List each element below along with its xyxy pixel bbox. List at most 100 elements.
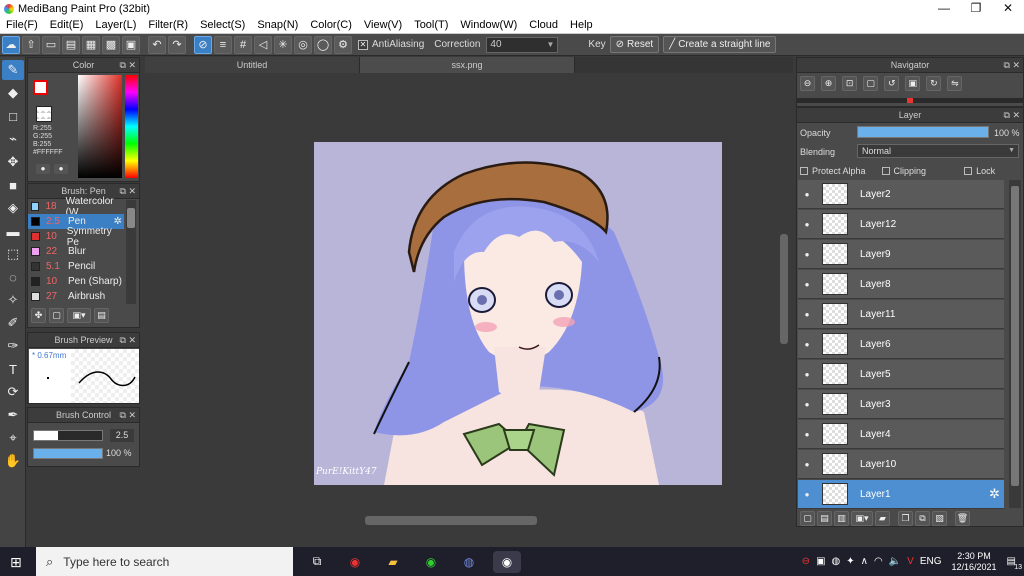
menu-select[interactable]: Select(S) [194, 19, 251, 31]
layer-row[interactable]: ● Layer11 [798, 300, 1004, 329]
clipping-checkbox[interactable] [881, 167, 890, 175]
cloud-icon[interactable]: ☁ [2, 35, 20, 54]
merge-layer-icon[interactable]: ⧉ [915, 511, 930, 526]
layer-row[interactable]: ● Layer5 [798, 360, 1004, 389]
menu-edit[interactable]: Edit(E) [44, 19, 90, 31]
layer-visibility-icon[interactable]: ● [798, 280, 816, 289]
duplicate-layer-icon[interactable]: ❐ [898, 511, 913, 526]
brush-item[interactable]: 10 Symmetry Pe [28, 226, 124, 248]
layer-scrollbar[interactable] [1009, 180, 1021, 508]
layer-row[interactable]: ● Layer4 [798, 420, 1004, 449]
comment-icon[interactable]: ▤ [62, 35, 80, 54]
canvas-horizontal-scrollbar[interactable] [145, 514, 790, 527]
panel-icon[interactable]: ▣ [122, 35, 140, 54]
brush-item[interactable]: 27 Airbrush [28, 289, 124, 304]
correction-select[interactable]: 40 ▼ [486, 36, 559, 53]
curve-snap-icon[interactable]: ◯ [314, 35, 332, 54]
undo-icon[interactable]: ↶ [148, 35, 166, 54]
medibang-taskbar-icon[interactable]: ◉ [493, 550, 521, 573]
tab-untitled[interactable]: Untitled [145, 57, 360, 73]
layer-visibility-icon[interactable]: ● [798, 250, 816, 259]
parallel-snap-icon[interactable]: ≡ [214, 35, 232, 54]
fit-screen-icon[interactable]: ⊡ [842, 76, 858, 91]
brush-size-value[interactable]: 2.5 [110, 429, 134, 442]
add-layer-menu-icon[interactable]: ▣▾ [851, 511, 873, 526]
perspective-snap-icon[interactable]: ◁ [254, 35, 272, 54]
zoom-in-icon[interactable]: ⊕ [821, 76, 837, 91]
menu-snap[interactable]: Snap(N) [251, 19, 304, 31]
tray-red-icon[interactable]: ⊖ [802, 556, 810, 567]
layer-property-icon[interactable]: ▧ [932, 511, 947, 526]
grid-snap-icon[interactable]: # [234, 35, 252, 54]
layer-visibility-icon[interactable]: ● [798, 310, 816, 319]
menu-file[interactable]: File(F) [0, 19, 44, 31]
tray-volume-icon[interactable]: 🔈 [889, 556, 901, 567]
brush-opacity-slider[interactable] [33, 448, 103, 459]
radial-snap-icon[interactable]: ✳ [274, 35, 292, 54]
new-folder-icon[interactable]: ▰ [875, 511, 890, 526]
layer-visibility-icon[interactable]: ● [798, 400, 816, 409]
text-tool-icon[interactable]: T [2, 359, 24, 379]
chat-icon[interactable]: ▭ [42, 35, 60, 54]
tray-chevron-icon[interactable]: ∧ [861, 556, 868, 567]
delete-layer-icon[interactable]: 🗑 [955, 511, 970, 526]
layer-visibility-icon[interactable]: ● [798, 460, 816, 469]
foreground-color-swatch[interactable] [33, 80, 48, 95]
select-tool-icon[interactable]: ⬚ [2, 244, 24, 264]
grid-icon[interactable]: ▩ [102, 35, 120, 54]
eraser-tool-icon[interactable]: ◆ [2, 83, 24, 103]
language-indicator[interactable]: ENG [920, 556, 942, 567]
layer-row[interactable]: ● Layer6 [798, 330, 1004, 359]
layer-row[interactable]: ● Layer3 [798, 390, 1004, 419]
snap-off-icon[interactable]: ⊘ [194, 35, 212, 54]
panel-close-icon[interactable]: ⧉ ✕ [1004, 108, 1020, 123]
menu-filter[interactable]: Filter(R) [142, 19, 194, 31]
tray-settings-icon[interactable]: ✦ [846, 556, 854, 567]
new-1bit-layer-icon[interactable]: ▥ [834, 511, 849, 526]
close-button[interactable]: ✕ [992, 0, 1024, 17]
drawing-canvas[interactable]: PurE!KittY47 [314, 142, 722, 485]
menu-tool[interactable]: Tool(T) [408, 19, 454, 31]
layer-row[interactable]: ● Layer8 [798, 270, 1004, 299]
layer-visibility-icon[interactable]: ● [798, 370, 816, 379]
brush-size-slider[interactable] [33, 430, 103, 441]
rotate-right-icon[interactable]: ↻ [926, 76, 942, 91]
hand-tool-icon[interactable]: ✋ [2, 451, 24, 471]
brush-copy-icon[interactable]: ▣▾ [67, 308, 91, 323]
navigator-slider[interactable] [797, 98, 1023, 103]
tray-vivaldi-icon[interactable]: V [907, 556, 914, 567]
windows-start-icon[interactable]: ⊞ [10, 554, 22, 571]
reset-button[interactable]: ⊘ Reset [609, 36, 660, 53]
create-straight-line-button[interactable]: ╱ Create a straight line [663, 36, 777, 53]
bucket-tool-icon[interactable]: ◈ [2, 198, 24, 218]
brush-settings-icon[interactable]: ▤ [94, 308, 109, 323]
discord-icon[interactable]: ◍ [455, 551, 483, 573]
clock[interactable]: 2:30 PM 12/16/2021 [952, 551, 997, 573]
zoom-out-icon[interactable]: ⊖ [800, 76, 815, 91]
layer-row[interactable]: ● Layer12 [798, 210, 1004, 239]
gradient-tool-icon[interactable]: ▬ [2, 221, 24, 241]
tray-network-icon[interactable]: ◠ [874, 556, 883, 567]
concentric-snap-icon[interactable]: ◎ [294, 35, 312, 54]
flip-horizontal-icon[interactable]: ⇋ [947, 76, 963, 91]
layer-visibility-icon[interactable]: ● [798, 490, 816, 499]
hue-slider[interactable] [125, 75, 138, 178]
tray-teams-icon[interactable]: ▣ [816, 556, 825, 567]
background-color-swatch[interactable] [36, 106, 52, 122]
eyedropper2-tool-icon[interactable]: ⌖ [2, 428, 24, 448]
select-eraser-tool-icon[interactable]: ✑ [2, 336, 24, 356]
layer-visibility-icon[interactable]: ● [798, 430, 816, 439]
layer-settings-gear-icon[interactable]: ✲ [989, 486, 1000, 502]
document-icon[interactable]: ▦ [82, 35, 100, 54]
brush-add-icon[interactable]: ✤ [31, 308, 46, 323]
redo-icon[interactable]: ↷ [168, 35, 186, 54]
pen-tool-icon[interactable]: ✎ [2, 60, 24, 80]
menu-cloud[interactable]: Cloud [523, 19, 564, 31]
layer-row[interactable]: ● Layer1 ✲ [798, 480, 1004, 509]
panel-close-icon[interactable]: ⧉ ✕ [120, 58, 136, 73]
select-pen-tool-icon[interactable]: ✐ [2, 313, 24, 333]
layer-visibility-icon[interactable]: ● [798, 220, 816, 229]
lasso-tool-icon[interactable]: ◌ [2, 267, 24, 287]
menu-layer[interactable]: Layer(L) [89, 19, 142, 31]
file-explorer-icon[interactable]: ▰ [379, 551, 407, 573]
